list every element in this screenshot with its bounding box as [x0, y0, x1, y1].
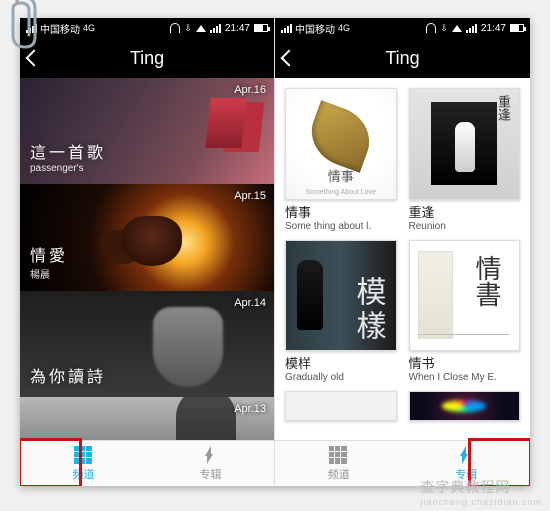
signal-icon	[281, 24, 292, 33]
album-item[interactable]: 情書 情书 When I Close My E.	[409, 240, 521, 384]
watermark: 查字典教程网 jiaocheng.chazidian.com	[420, 477, 542, 507]
back-icon[interactable]	[281, 50, 298, 67]
feed-date: Apr.16	[234, 84, 266, 96]
network-label: 4G	[83, 23, 95, 33]
album-cover	[285, 391, 397, 421]
clock-label: 21:47	[225, 23, 250, 34]
wifi-icon	[452, 25, 462, 32]
page-title: Ting	[130, 48, 164, 69]
tab-album[interactable]: 专辑	[147, 441, 274, 486]
album-cover: 情書	[409, 240, 521, 352]
feed-title: 為你讀詩	[30, 363, 106, 387]
feed-title: 這一首歌	[30, 139, 106, 163]
album-cover	[409, 391, 521, 421]
album-item[interactable]: 模樣 模样 Gradually old	[285, 240, 397, 384]
feed-item[interactable]: Apr.15 情愛 楊晨	[20, 184, 274, 290]
album-item[interactable]: 重逢 重逢 Reunion	[409, 88, 521, 232]
signal-icon-2	[466, 24, 477, 33]
feed-subtitle: passenger's	[30, 163, 106, 174]
back-icon[interactable]	[26, 50, 43, 67]
album-subtitle: Reunion	[409, 221, 521, 232]
feed-date: Apr.14	[234, 297, 266, 309]
page-title: Ting	[385, 48, 419, 69]
screenshots-container: 中国移动 4G ⇩ 21:47 Ting Apr.16	[20, 18, 530, 486]
album-subtitle: Some thing about l.	[285, 221, 397, 232]
wifi-icon	[196, 25, 206, 32]
feed-date: Apr.13	[234, 403, 266, 415]
battery-icon	[510, 24, 524, 32]
headphone-icon	[170, 23, 180, 33]
feed-subtitle: 楊晨	[30, 266, 68, 281]
album-item[interactable]	[409, 391, 521, 421]
app-header: Ting	[275, 38, 530, 78]
album-item[interactable]: 情事 Something About Love 情事 Some thing ab…	[285, 88, 397, 232]
album-title: 重逢	[409, 202, 521, 221]
tab-channel[interactable]: 频道	[20, 441, 147, 486]
grid-icon	[74, 446, 92, 464]
signal-icon-2	[210, 24, 221, 33]
carrier-label: 中国移动	[40, 21, 80, 36]
album-subtitle: Gradually old	[285, 372, 397, 383]
battery-icon	[254, 24, 268, 32]
download-icon: ⇩	[440, 23, 448, 34]
album-title: 情书	[409, 353, 521, 372]
feed-item[interactable]: Apr.14 為你讀詩	[20, 291, 274, 397]
headphone-icon	[426, 23, 436, 33]
status-bar: 中国移动 4G ⇩ 21:47	[20, 18, 274, 38]
clock-label: 21:47	[481, 23, 506, 34]
phone-left-channel-view: 中国移动 4G ⇩ 21:47 Ting Apr.16	[20, 18, 275, 486]
tab-label: 频道	[73, 466, 95, 482]
album-cover: 情事 Something About Love	[285, 88, 397, 200]
grid-icon	[329, 446, 347, 464]
tab-channel[interactable]: 频道	[275, 441, 403, 486]
feed-title: 情愛	[30, 242, 68, 266]
phone-right-album-view: 中国移动 4G ⇩ 21:47 Ting 情事	[275, 18, 530, 486]
status-bar: 中国移动 4G ⇩ 21:47	[275, 18, 530, 38]
feed-item[interactable]: Apr.13	[20, 397, 274, 440]
feed-date: Apr.15	[234, 190, 266, 202]
tab-bar: 频道 专辑	[20, 440, 274, 486]
album-title: 模样	[285, 353, 397, 372]
app-header: Ting	[20, 38, 274, 78]
paperclip-decoration	[5, 0, 45, 50]
network-label: 4G	[338, 23, 350, 33]
album-cover: 模樣	[285, 240, 397, 352]
tab-label: 专辑	[200, 466, 222, 482]
album-item[interactable]	[285, 391, 397, 421]
album-cover: 重逢	[409, 88, 521, 200]
channel-feed[interactable]: Apr.16 這一首歌 passenger's Apr.15 情愛 楊晨	[20, 78, 274, 440]
album-subtitle: When I Close My E.	[409, 372, 521, 383]
feed-item[interactable]: Apr.16 這一首歌 passenger's	[20, 78, 274, 184]
download-icon: ⇩	[184, 23, 192, 34]
album-title: 情事	[285, 202, 397, 221]
carrier-label: 中国移动	[295, 21, 335, 36]
tab-label: 频道	[328, 466, 350, 482]
album-grid[interactable]: 情事 Something About Love 情事 Some thing ab…	[275, 78, 530, 440]
